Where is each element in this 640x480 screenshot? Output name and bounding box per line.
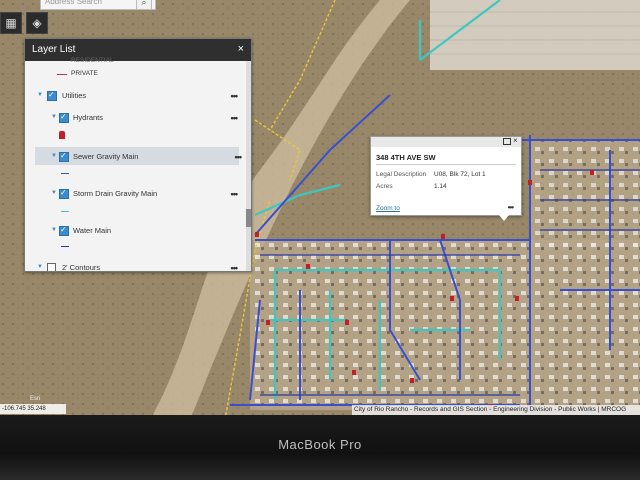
search-icon: ⌕ [141,0,147,7]
contours-more-icon[interactable]: ••• [231,263,239,271]
utilities-checkbox[interactable] [47,90,57,101]
field-value-legal-description: U08, Blk 72, Lot 1 [434,171,486,178]
grid-icon: ▦ [5,16,17,30]
legend-swatch-sewer [61,173,69,174]
layer-row-utilities[interactable]: ▼ Utilities ••• [25,89,243,103]
layer-label-utilities: Utilities [62,91,87,100]
laptop-brand-label: MacBook Pro [278,437,362,452]
popup-more-icon[interactable]: ••• [508,203,514,212]
screen: ▦ ◈ Address Search ⌕ Layer List × RESIDE… [0,0,640,480]
layer-label-hydrants: Hydrants [73,113,104,122]
layer-label-private: PRIVATE [71,70,98,77]
field-value-acres: 1.14 [434,183,447,190]
layer-row-contours[interactable]: ▼ 2' Contours ••• [25,261,243,272]
layer-label-residential: RESIDENTIAL [71,57,114,64]
popup-title: 348 4TH AVE SW [376,153,436,162]
layer-list-title: Layer List [32,44,76,55]
popup-close-icon[interactable]: × [513,136,518,145]
popup-divider [376,164,516,165]
storm-drain-more-icon[interactable]: ••• [231,189,239,199]
zoom-to-link[interactable]: Zoom to [376,205,400,212]
hydrants-checkbox[interactable] [59,112,69,123]
storm-drain-checkbox[interactable] [59,188,69,199]
layer-list-scroll-thumb[interactable] [246,209,251,227]
layer-row-private[interactable]: PRIVATE [25,69,243,81]
layer-label-sewer: Sewer Gravity Main [73,152,139,161]
apps-grid-button[interactable]: ▦ [0,12,22,34]
field-plots [430,0,640,70]
expand-caret-icon[interactable]: ▼ [37,92,43,98]
layer-row-water-main[interactable]: ▼ Water Main [25,224,243,238]
hydrants-more-icon[interactable]: ••• [231,113,239,123]
search-button[interactable]: ⌕ [136,0,152,10]
layer-row-residential: RESIDENTIAL [25,57,243,67]
layer-label-contours: 2' Contours [62,263,101,272]
neighborhood-houses-east [530,140,640,250]
expand-caret-icon[interactable]: ▼ [51,227,57,233]
legend-swatch-water-main [61,246,69,247]
layer-list-close-icon[interactable]: × [238,43,244,55]
layer-list-scrollbar[interactable] [246,61,251,271]
layer-list-button[interactable]: ◈ [26,12,48,34]
legend-swatch-private [57,74,67,75]
layer-label-water-main: Water Main [73,226,112,235]
layers-icon: ◈ [32,16,42,30]
hydrant-legend-icon [59,131,65,139]
expand-caret-icon[interactable]: ▼ [51,153,57,159]
layer-row-storm-drain[interactable]: ▼ Storm Drain Gravity Main ••• [25,187,243,201]
legend-swatch-storm-drain [61,211,69,212]
utilities-more-icon[interactable]: ••• [231,91,239,101]
field-label-acres: Acres [376,183,393,190]
esri-logo: Esri [30,396,41,402]
maximize-icon[interactable] [503,138,511,145]
layer-row-hydrants[interactable]: ▼ Hydrants ••• [25,111,243,125]
popup-pointer [499,215,509,221]
layer-row-sewer-gravity-main[interactable]: ▼ Sewer Gravity Main ••• [35,147,243,165]
expand-caret-icon[interactable]: ▼ [51,114,57,120]
sewer-checkbox[interactable] [59,151,69,162]
popup-header [371,137,521,147]
feature-popup: × 348 4TH AVE SW Legal Description U08, … [370,136,522,221]
sewer-more-icon[interactable]: ••• [235,152,243,162]
layer-list-panel: Layer List × RESIDENTIAL PRIVATE ▼ Utili… [24,38,252,272]
field-label-legal-description: Legal Description [376,171,427,178]
expand-caret-icon[interactable]: ▼ [51,190,57,196]
water-main-checkbox[interactable] [59,225,69,236]
contours-checkbox[interactable] [47,263,56,271]
layer-label-storm-drain: Storm Drain Gravity Main [73,189,158,198]
map-attribution: City of Rio Rancho - Records and GIS Sec… [352,405,640,415]
expand-caret-icon[interactable]: ▼ [37,264,43,270]
coordinate-readout: -106.745 35.248 Degrees [0,404,66,422]
